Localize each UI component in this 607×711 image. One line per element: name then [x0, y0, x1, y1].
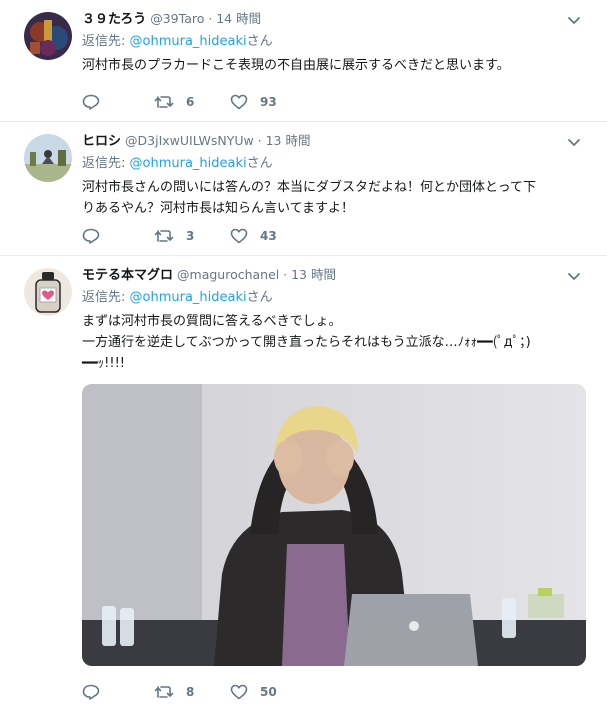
retweet-button[interactable]: 8 — [154, 685, 230, 699]
reply-suffix: さん — [246, 156, 273, 171]
retweet-icon — [154, 96, 174, 108]
tweet-header: ３９たろう @39Taro · 14 時間 — [82, 10, 591, 29]
chevron-down-icon[interactable] — [567, 272, 581, 282]
tweet-video[interactable] — [82, 384, 586, 666]
chevron-down-icon[interactable] — [567, 138, 581, 148]
display-name[interactable]: モテる本マグロ — [82, 267, 173, 285]
tweet-text: まずは河村市長の質問に答えるべきでしょ。 一方通行を逆走してぶつかって開き直った… — [82, 314, 531, 371]
like-count: 50 — [260, 685, 277, 699]
retweet-button[interactable]: 6 — [154, 95, 230, 109]
chevron-down-icon[interactable] — [567, 16, 581, 26]
retweet-icon — [154, 686, 174, 698]
like-count: 43 — [260, 229, 277, 243]
tweet-actions: 6 93 — [82, 93, 277, 111]
heart-icon — [230, 228, 248, 244]
reply-icon — [82, 684, 100, 700]
user-handle[interactable]: @D3jIxwUILWsNYUw — [125, 132, 254, 150]
tweet[interactable]: ヒロシ @D3jIxwUILWsNYUw · 13 時間 返信先: @ohmur… — [0, 122, 607, 256]
user-handle[interactable]: @39Taro — [150, 10, 204, 28]
like-count: 93 — [260, 95, 277, 109]
avatar[interactable] — [24, 12, 72, 60]
mention-link[interactable]: @ohmura_hideaki — [130, 290, 247, 305]
separator-dot: · — [283, 268, 288, 282]
reply-prefix: 返信先: — [82, 290, 130, 305]
reply-icon — [82, 228, 100, 244]
tweet-actions: 3 43 — [82, 227, 277, 245]
retweet-count: 8 — [186, 685, 195, 699]
reply-timeline: ３９たろう @39Taro · 14 時間 返信先: @ohmura_hidea… — [0, 0, 607, 711]
display-name[interactable]: ヒロシ — [82, 133, 121, 151]
timestamp[interactable]: 13 時間 — [266, 132, 311, 150]
retweet-icon — [154, 230, 174, 242]
reply-context: 返信先: @ohmura_hideakiさん — [82, 289, 591, 307]
reply-button[interactable] — [82, 684, 154, 700]
tweet-text: 河村市長のプラカードこそ表現の不自由展に展示するべきだと思います。 — [82, 58, 510, 73]
tweet-text: 河村市長さんの問いには答んの？本当にダブスタだよね！何とか団体とって下 りあるや… — [82, 180, 536, 216]
timestamp[interactable]: 14 時間 — [216, 10, 261, 28]
reply-context: 返信先: @ohmura_hideakiさん — [82, 33, 591, 51]
separator-dot: · — [208, 12, 213, 26]
reply-suffix: さん — [246, 34, 273, 49]
separator-dot: · — [257, 134, 262, 148]
timestamp[interactable]: 13 時間 — [291, 266, 336, 284]
heart-icon — [230, 684, 248, 700]
retweet-count: 3 — [186, 229, 195, 243]
avatar[interactable] — [24, 134, 72, 182]
tweet-header: ヒロシ @D3jIxwUILWsNYUw · 13 時間 — [82, 132, 591, 151]
retweet-button[interactable]: 3 — [154, 229, 230, 243]
like-button[interactable]: 43 — [230, 228, 277, 244]
video-frame-image — [82, 384, 586, 666]
reply-suffix: さん — [246, 290, 273, 305]
like-button[interactable]: 93 — [230, 94, 277, 110]
display-name[interactable]: ３９たろう — [82, 11, 146, 29]
avatar[interactable] — [24, 268, 72, 316]
user-handle[interactable]: @magurochanel — [177, 266, 279, 284]
tweet-header: モテる本マグロ @magurochanel · 13 時間 — [82, 266, 591, 285]
reply-icon — [82, 94, 100, 110]
like-button[interactable]: 50 — [230, 684, 277, 700]
heart-icon — [230, 94, 248, 110]
tweet[interactable]: ３９たろう @39Taro · 14 時間 返信先: @ohmura_hidea… — [0, 0, 607, 122]
tweet-actions: 8 50 — [82, 683, 277, 701]
mention-link[interactable]: @ohmura_hideaki — [130, 156, 247, 171]
reply-context: 返信先: @ohmura_hideakiさん — [82, 155, 591, 173]
retweet-count: 6 — [186, 95, 195, 109]
mention-link[interactable]: @ohmura_hideaki — [130, 34, 247, 49]
reply-prefix: 返信先: — [82, 34, 130, 49]
reply-button[interactable] — [82, 228, 154, 244]
tweet[interactable]: モテる本マグロ @magurochanel · 13 時間 返信先: @ohmu… — [0, 256, 607, 711]
reply-button[interactable] — [82, 94, 154, 110]
reply-prefix: 返信先: — [82, 156, 130, 171]
